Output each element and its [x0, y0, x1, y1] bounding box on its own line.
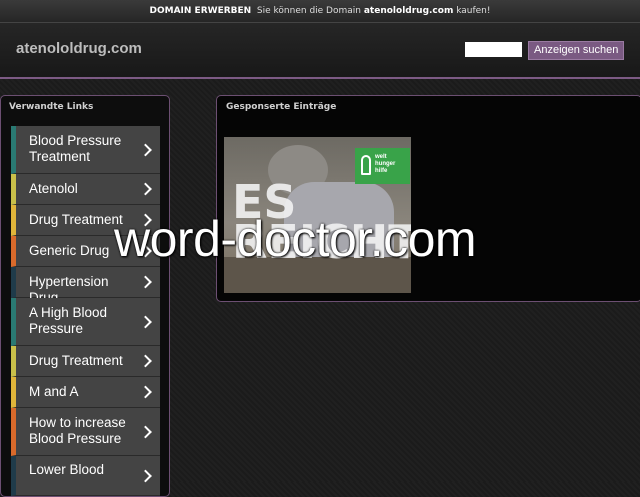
- related-links-title: Verwandte Links: [9, 102, 94, 112]
- related-links-panel: Verwandte Links Blood Pressure Treatment…: [0, 95, 170, 497]
- related-link-item[interactable]: Hypertension Drug: [11, 267, 160, 305]
- ad-logo: welt hunger hilfe: [355, 148, 410, 184]
- related-link-item[interactable]: How to increase Blood Pressure: [11, 408, 160, 456]
- sponsored-listings-panel: Gesponserte Einträge ES REICHT! welt hun…: [216, 95, 640, 302]
- domain-offer-label[interactable]: DOMAIN ERWERBEN: [150, 6, 252, 16]
- related-link-item[interactable]: Atenolol: [11, 174, 160, 205]
- related-link-item[interactable]: M and A: [11, 377, 160, 408]
- domain-offer-bar: DOMAIN ERWERBEN Sie können die Domain at…: [0, 0, 640, 23]
- related-links-list: Blood Pressure Treatment Atenolol Drug T…: [11, 126, 160, 496]
- sponsored-listings-title: Gesponserte Einträge: [226, 102, 337, 112]
- wheat-icon: [361, 155, 371, 175]
- related-link-item[interactable]: Drug Treatment: [11, 346, 160, 377]
- site-title[interactable]: atenololdrug.com: [16, 40, 142, 57]
- domain-offer-domain: atenololdrug.com: [363, 6, 454, 16]
- site-header: atenololdrug.com Anzeigen suchen: [0, 23, 640, 79]
- watermark: word-doctor.com: [114, 211, 477, 267]
- ad-logo-text: welt hunger hilfe: [375, 154, 396, 174]
- related-link-item[interactable]: Lower Blood: [11, 456, 160, 496]
- related-link-item[interactable]: A High Blood Pressure: [11, 298, 160, 346]
- search-input[interactable]: [465, 42, 522, 57]
- search-button[interactable]: Anzeigen suchen: [528, 41, 625, 60]
- domain-offer-text-before: Sie können die Domain: [256, 6, 361, 16]
- related-link-item[interactable]: Blood Pressure Treatment: [11, 126, 160, 174]
- domain-offer-text-after: kaufen!: [456, 6, 491, 16]
